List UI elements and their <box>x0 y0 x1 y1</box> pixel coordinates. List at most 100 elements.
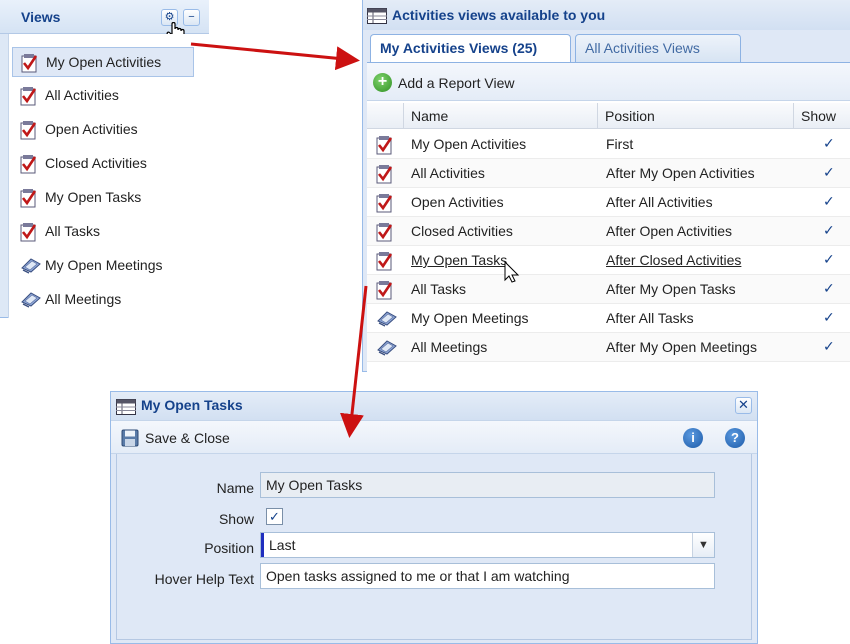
column-header-position[interactable]: Position <box>597 103 793 129</box>
views-panel: Views ⚙ − My Open Activities All Activiti… <box>0 0 209 318</box>
save-close-button[interactable]: Save & Close <box>121 427 241 449</box>
meeting-icon <box>20 256 42 277</box>
row-name[interactable]: Closed Activities <box>411 223 513 239</box>
show-check-icon[interactable]: ✓ <box>823 135 835 152</box>
tab-all-activities-views[interactable]: All Activities Views <box>575 34 741 62</box>
name-field-label: Name <box>216 480 254 496</box>
row-position: After My Open Tasks <box>606 281 736 297</box>
row-name[interactable]: All Tasks <box>411 281 466 297</box>
show-check-icon[interactable]: ✓ <box>823 251 835 268</box>
table-row[interactable]: All Meetings After My Open Meetings ✓ <box>367 333 850 362</box>
views-list-item[interactable]: Closed Activities <box>12 149 194 179</box>
views-grid-panel: + Add a Report View Name Position Show M… <box>367 62 850 372</box>
checked-note-icon <box>20 154 38 177</box>
add-icon: + <box>373 73 392 92</box>
dialog-form: Name My Open Tasks Show ✓ Position Last … <box>116 454 752 640</box>
row-name[interactable]: My Open Meetings <box>411 310 529 326</box>
edit-view-dialog: My Open Tasks ✕ Save & Close i ? Name My… <box>110 391 758 644</box>
save-close-label: Save & Close <box>145 430 230 446</box>
row-name[interactable]: All Activities <box>411 165 485 181</box>
checked-note-icon <box>376 280 394 303</box>
views-list-item[interactable]: Open Activities <box>12 115 194 145</box>
show-check-icon[interactable]: ✓ <box>823 193 835 210</box>
views-list-item[interactable]: My Open Tasks <box>12 183 194 213</box>
info-icon[interactable]: i <box>683 428 703 448</box>
views-list-item-label: All Meetings <box>45 291 122 307</box>
table-row[interactable]: Closed Activities After Open Activities ✓ <box>367 217 850 246</box>
checked-note-icon <box>20 86 38 109</box>
help-icon[interactable]: ? <box>725 428 745 448</box>
grid-toolbar: + Add a Report View <box>367 63 850 101</box>
show-checkbox[interactable]: ✓ <box>266 508 283 525</box>
window-header: Activities views available to you <box>363 0 850 30</box>
show-check-icon[interactable]: ✓ <box>823 309 835 326</box>
meeting-icon <box>376 338 398 359</box>
row-position: After My Open Activities <box>606 165 755 181</box>
views-list-item-label: My Open Tasks <box>45 189 142 205</box>
add-report-view-label: Add a Report View <box>398 75 515 91</box>
show-check-icon[interactable]: ✓ <box>823 338 835 355</box>
row-name[interactable]: All Meetings <box>411 339 487 355</box>
dialog-title: My Open Tasks <box>141 397 243 413</box>
views-list-item[interactable]: All Meetings <box>12 285 194 315</box>
row-position: After Open Activities <box>606 223 733 239</box>
table-row[interactable]: All Tasks After My Open Tasks ✓ <box>367 275 850 304</box>
close-icon[interactable]: ✕ <box>735 397 752 414</box>
views-list-item-label: Closed Activities <box>45 155 147 171</box>
grid-header: Name Position Show <box>367 103 850 129</box>
views-panel-header: Views ⚙ − <box>0 0 209 43</box>
table-icon <box>116 399 136 415</box>
checked-note-icon <box>376 135 394 158</box>
checked-note-icon <box>20 222 38 245</box>
tab-my-activities-views[interactable]: My Activities Views (25) <box>370 34 571 63</box>
checked-note-icon <box>376 251 394 274</box>
meeting-icon <box>20 290 42 311</box>
views-list-item-label: My Open Meetings <box>45 257 163 273</box>
chevron-down-icon[interactable]: ▼ <box>692 533 714 557</box>
views-list-item[interactable]: All Activities <box>12 81 194 111</box>
add-report-view-button[interactable]: + Add a Report View <box>373 71 523 93</box>
views-list-item[interactable]: My Open Meetings <box>12 251 194 281</box>
row-name[interactable]: My Open Activities <box>411 136 526 152</box>
show-check-icon[interactable]: ✓ <box>823 164 835 181</box>
column-header-show[interactable]: Show <box>793 103 850 129</box>
checked-note-icon <box>376 164 394 187</box>
row-name[interactable]: Open Activities <box>411 194 504 210</box>
views-list-item-label: All Activities <box>45 87 119 103</box>
show-check-icon[interactable]: ✓ <box>823 280 835 297</box>
table-row[interactable]: All Activities After My Open Activities ✓ <box>367 159 850 188</box>
dialog-header: My Open Tasks ✕ <box>111 392 757 420</box>
row-position: After My Open Meetings <box>606 339 757 355</box>
views-list-item[interactable]: My Open Activities <box>12 47 194 77</box>
views-list-item-label: My Open Activities <box>46 54 162 70</box>
checked-note-icon <box>376 193 394 216</box>
required-marker <box>261 533 264 557</box>
table-row[interactable]: Open Activities After All Activities ✓ <box>367 188 850 217</box>
hover-help-label: Hover Help Text <box>154 571 254 587</box>
row-name[interactable]: My Open Tasks <box>411 252 507 268</box>
activities-views-window: Activities views available to you My Act… <box>362 0 850 372</box>
row-position: First <box>606 136 634 152</box>
table-icon <box>367 8 387 24</box>
dialog-toolbar: Save & Close i ? <box>111 420 757 454</box>
window-title: Activities views available to you <box>392 7 606 23</box>
table-row[interactable]: My Open Activities First ✓ <box>367 130 850 159</box>
name-field[interactable]: My Open Tasks <box>260 472 715 498</box>
views-list-item-label: All Tasks <box>45 223 100 239</box>
checked-note-icon <box>20 188 38 211</box>
views-list-item[interactable]: All Tasks <box>12 217 194 247</box>
row-position: After Closed Activities <box>606 252 742 268</box>
position-select[interactable]: Last ▼ <box>260 532 715 558</box>
table-row[interactable]: My Open Tasks After Closed Activities ✓ <box>367 246 850 275</box>
checked-note-icon <box>21 53 39 76</box>
table-row[interactable]: My Open Meetings After All Tasks ✓ <box>367 304 850 333</box>
row-position: After All Activities <box>606 194 713 210</box>
show-field-label: Show <box>218 511 254 527</box>
meeting-icon <box>376 309 398 330</box>
hover-help-field[interactable]: Open tasks assigned to me or that I am w… <box>260 563 715 589</box>
position-field-label: Position <box>204 540 254 556</box>
checked-note-icon <box>376 222 394 245</box>
column-header-name[interactable]: Name <box>403 103 597 129</box>
checked-note-icon <box>20 120 38 143</box>
show-check-icon[interactable]: ✓ <box>823 222 835 239</box>
